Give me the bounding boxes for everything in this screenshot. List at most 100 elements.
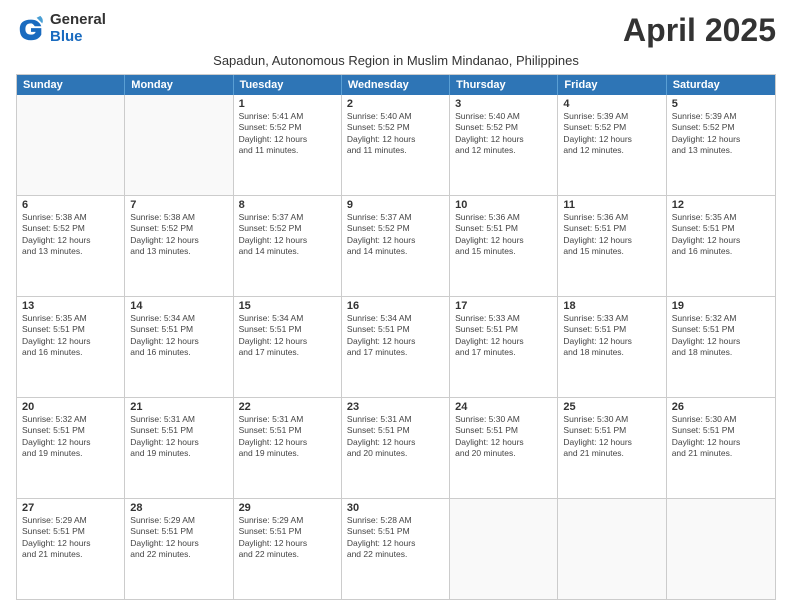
day-info: Sunrise: 5:33 AM Sunset: 5:51 PM Dayligh… [563, 313, 660, 359]
day-info: Sunrise: 5:35 AM Sunset: 5:51 PM Dayligh… [22, 313, 119, 359]
calendar-row-3: 13Sunrise: 5:35 AM Sunset: 5:51 PM Dayli… [17, 296, 775, 397]
calendar-day-17: 17Sunrise: 5:33 AM Sunset: 5:51 PM Dayli… [450, 297, 558, 397]
logo-text: General Blue [50, 12, 106, 45]
day-info: Sunrise: 5:34 AM Sunset: 5:51 PM Dayligh… [130, 313, 227, 359]
calendar-day-2: 2Sunrise: 5:40 AM Sunset: 5:52 PM Daylig… [342, 95, 450, 195]
day-info: Sunrise: 5:29 AM Sunset: 5:51 PM Dayligh… [130, 515, 227, 561]
day-number: 9 [347, 199, 444, 211]
day-number: 5 [672, 98, 770, 110]
title-block: April 2025 [623, 12, 776, 49]
calendar-day-13: 13Sunrise: 5:35 AM Sunset: 5:51 PM Dayli… [17, 297, 125, 397]
day-number: 18 [563, 300, 660, 312]
day-info: Sunrise: 5:34 AM Sunset: 5:51 PM Dayligh… [347, 313, 444, 359]
day-number: 28 [130, 502, 227, 514]
day-number: 20 [22, 401, 119, 413]
calendar-day-24: 24Sunrise: 5:30 AM Sunset: 5:51 PM Dayli… [450, 398, 558, 498]
calendar-day-23: 23Sunrise: 5:31 AM Sunset: 5:51 PM Dayli… [342, 398, 450, 498]
month-title: April 2025 [623, 12, 776, 49]
day-info: Sunrise: 5:39 AM Sunset: 5:52 PM Dayligh… [563, 111, 660, 157]
day-number: 19 [672, 300, 770, 312]
day-number: 25 [563, 401, 660, 413]
calendar-day-20: 20Sunrise: 5:32 AM Sunset: 5:51 PM Dayli… [17, 398, 125, 498]
day-number: 17 [455, 300, 552, 312]
calendar-day-9: 9Sunrise: 5:37 AM Sunset: 5:52 PM Daylig… [342, 196, 450, 296]
logo-blue-text: Blue [50, 29, 106, 46]
day-info: Sunrise: 5:40 AM Sunset: 5:52 PM Dayligh… [347, 111, 444, 157]
calendar-empty-cell [450, 499, 558, 599]
header-day-monday: Monday [125, 75, 233, 95]
calendar-day-19: 19Sunrise: 5:32 AM Sunset: 5:51 PM Dayli… [667, 297, 775, 397]
day-number: 13 [22, 300, 119, 312]
day-info: Sunrise: 5:37 AM Sunset: 5:52 PM Dayligh… [347, 212, 444, 258]
calendar-row-4: 20Sunrise: 5:32 AM Sunset: 5:51 PM Dayli… [17, 397, 775, 498]
calendar-day-25: 25Sunrise: 5:30 AM Sunset: 5:51 PM Dayli… [558, 398, 666, 498]
day-info: Sunrise: 5:32 AM Sunset: 5:51 PM Dayligh… [672, 313, 770, 359]
day-info: Sunrise: 5:30 AM Sunset: 5:51 PM Dayligh… [455, 414, 552, 460]
calendar-row-2: 6Sunrise: 5:38 AM Sunset: 5:52 PM Daylig… [17, 195, 775, 296]
calendar-day-10: 10Sunrise: 5:36 AM Sunset: 5:51 PM Dayli… [450, 196, 558, 296]
day-info: Sunrise: 5:30 AM Sunset: 5:51 PM Dayligh… [563, 414, 660, 460]
header-day-tuesday: Tuesday [234, 75, 342, 95]
day-info: Sunrise: 5:37 AM Sunset: 5:52 PM Dayligh… [239, 212, 336, 258]
calendar-day-14: 14Sunrise: 5:34 AM Sunset: 5:51 PM Dayli… [125, 297, 233, 397]
calendar-day-26: 26Sunrise: 5:30 AM Sunset: 5:51 PM Dayli… [667, 398, 775, 498]
header-day-wednesday: Wednesday [342, 75, 450, 95]
calendar: SundayMondayTuesdayWednesdayThursdayFrid… [16, 74, 776, 600]
day-number: 11 [563, 199, 660, 211]
day-number: 15 [239, 300, 336, 312]
day-info: Sunrise: 5:29 AM Sunset: 5:51 PM Dayligh… [22, 515, 119, 561]
calendar-day-6: 6Sunrise: 5:38 AM Sunset: 5:52 PM Daylig… [17, 196, 125, 296]
calendar-day-22: 22Sunrise: 5:31 AM Sunset: 5:51 PM Dayli… [234, 398, 342, 498]
calendar-day-27: 27Sunrise: 5:29 AM Sunset: 5:51 PM Dayli… [17, 499, 125, 599]
day-info: Sunrise: 5:28 AM Sunset: 5:51 PM Dayligh… [347, 515, 444, 561]
day-number: 4 [563, 98, 660, 110]
header-day-thursday: Thursday [450, 75, 558, 95]
day-info: Sunrise: 5:39 AM Sunset: 5:52 PM Dayligh… [672, 111, 770, 157]
day-info: Sunrise: 5:31 AM Sunset: 5:51 PM Dayligh… [130, 414, 227, 460]
logo-general: General [50, 12, 106, 29]
day-number: 6 [22, 199, 119, 211]
calendar-day-28: 28Sunrise: 5:29 AM Sunset: 5:51 PM Dayli… [125, 499, 233, 599]
calendar-empty-cell [667, 499, 775, 599]
page: General Blue April 2025 Sapadun, Autonom… [0, 0, 792, 612]
day-info: Sunrise: 5:33 AM Sunset: 5:51 PM Dayligh… [455, 313, 552, 359]
calendar-header: SundayMondayTuesdayWednesdayThursdayFrid… [17, 75, 775, 95]
day-number: 8 [239, 199, 336, 211]
calendar-day-18: 18Sunrise: 5:33 AM Sunset: 5:51 PM Dayli… [558, 297, 666, 397]
day-number: 12 [672, 199, 770, 211]
calendar-day-21: 21Sunrise: 5:31 AM Sunset: 5:51 PM Dayli… [125, 398, 233, 498]
calendar-empty-cell [17, 95, 125, 195]
day-number: 7 [130, 199, 227, 211]
calendar-day-12: 12Sunrise: 5:35 AM Sunset: 5:51 PM Dayli… [667, 196, 775, 296]
day-number: 24 [455, 401, 552, 413]
day-info: Sunrise: 5:36 AM Sunset: 5:51 PM Dayligh… [455, 212, 552, 258]
header-day-friday: Friday [558, 75, 666, 95]
calendar-body: 1Sunrise: 5:41 AM Sunset: 5:52 PM Daylig… [17, 95, 775, 599]
day-info: Sunrise: 5:32 AM Sunset: 5:51 PM Dayligh… [22, 414, 119, 460]
calendar-day-16: 16Sunrise: 5:34 AM Sunset: 5:51 PM Dayli… [342, 297, 450, 397]
day-info: Sunrise: 5:31 AM Sunset: 5:51 PM Dayligh… [347, 414, 444, 460]
calendar-row-1: 1Sunrise: 5:41 AM Sunset: 5:52 PM Daylig… [17, 95, 775, 195]
day-info: Sunrise: 5:38 AM Sunset: 5:52 PM Dayligh… [130, 212, 227, 258]
header-day-saturday: Saturday [667, 75, 775, 95]
day-number: 3 [455, 98, 552, 110]
calendar-day-29: 29Sunrise: 5:29 AM Sunset: 5:51 PM Dayli… [234, 499, 342, 599]
calendar-day-1: 1Sunrise: 5:41 AM Sunset: 5:52 PM Daylig… [234, 95, 342, 195]
day-number: 29 [239, 502, 336, 514]
day-number: 2 [347, 98, 444, 110]
logo: General Blue [16, 12, 106, 45]
day-number: 21 [130, 401, 227, 413]
calendar-empty-cell [125, 95, 233, 195]
day-info: Sunrise: 5:29 AM Sunset: 5:51 PM Dayligh… [239, 515, 336, 561]
day-info: Sunrise: 5:41 AM Sunset: 5:52 PM Dayligh… [239, 111, 336, 157]
day-number: 14 [130, 300, 227, 312]
calendar-day-30: 30Sunrise: 5:28 AM Sunset: 5:51 PM Dayli… [342, 499, 450, 599]
day-info: Sunrise: 5:30 AM Sunset: 5:51 PM Dayligh… [672, 414, 770, 460]
day-number: 22 [239, 401, 336, 413]
calendar-day-15: 15Sunrise: 5:34 AM Sunset: 5:51 PM Dayli… [234, 297, 342, 397]
day-info: Sunrise: 5:38 AM Sunset: 5:52 PM Dayligh… [22, 212, 119, 258]
day-number: 1 [239, 98, 336, 110]
day-info: Sunrise: 5:40 AM Sunset: 5:52 PM Dayligh… [455, 111, 552, 157]
logo-icon [16, 14, 46, 44]
day-number: 27 [22, 502, 119, 514]
